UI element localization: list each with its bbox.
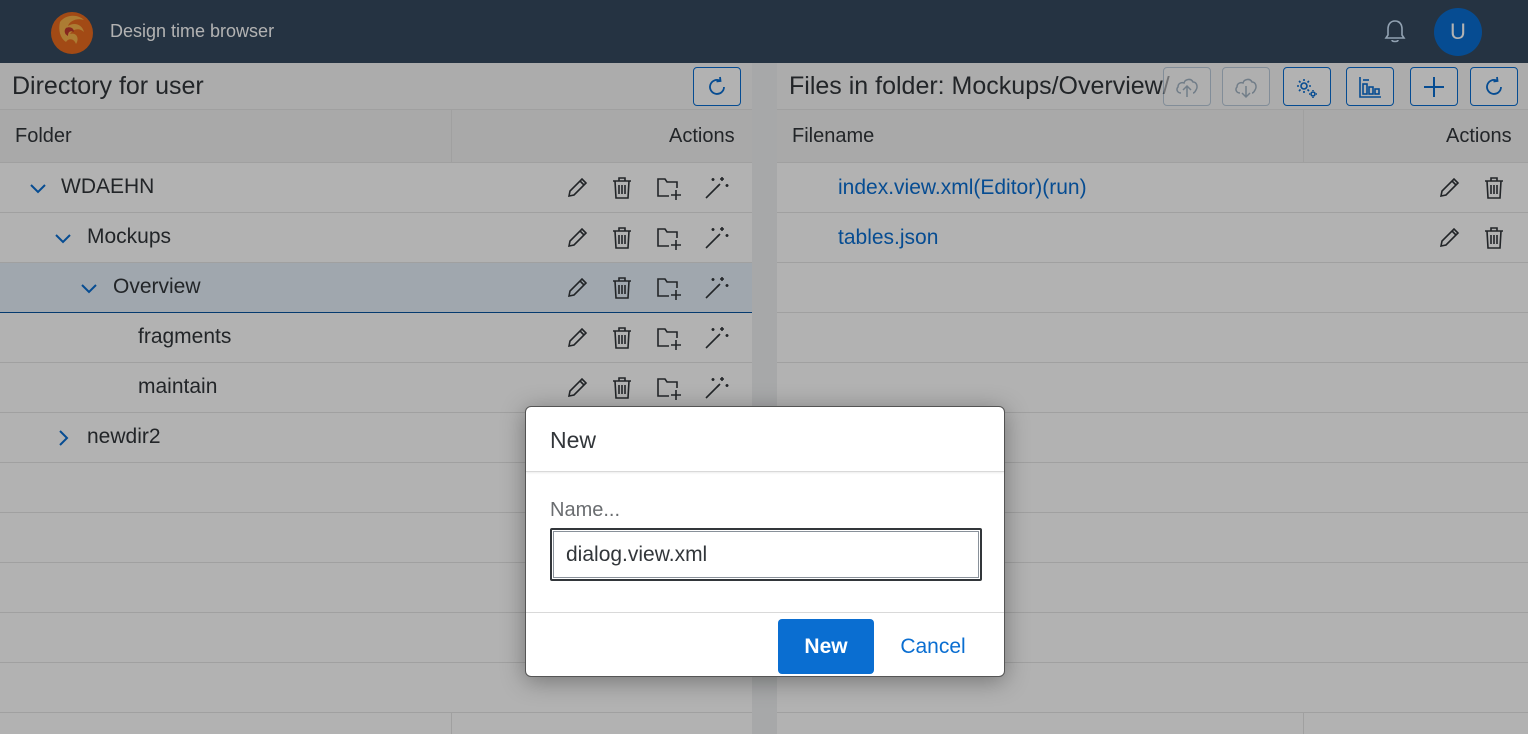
- dialog-title: New: [550, 427, 597, 453]
- dialog-footer: New Cancel: [526, 612, 1004, 678]
- cancel-button[interactable]: Cancel: [888, 619, 978, 674]
- name-field-label: Name...: [550, 499, 621, 521]
- new-button[interactable]: New: [778, 619, 874, 674]
- new-file-dialog: New Name... New Cancel: [525, 406, 1005, 677]
- name-input[interactable]: [550, 528, 982, 581]
- dialog-header: New: [526, 407, 1004, 472]
